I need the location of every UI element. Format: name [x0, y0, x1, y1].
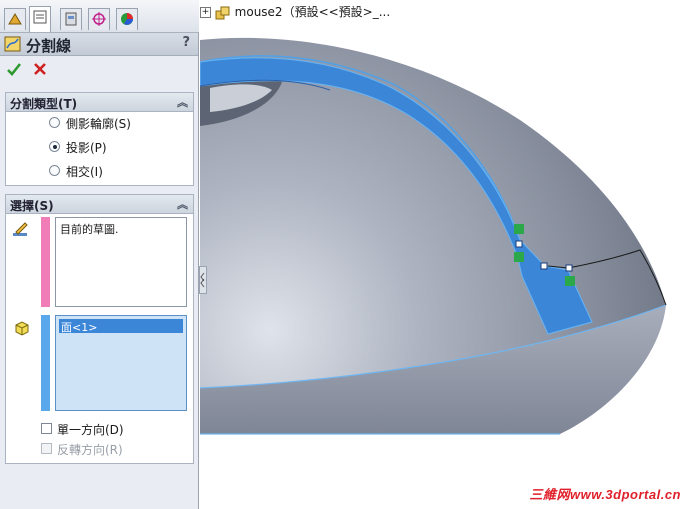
selections-header[interactable]: 選擇(S) ︽	[6, 195, 193, 214]
selections-section: 選擇(S) ︽ 目前的草圖. 面<1> 單一方向(D) 反轉方向(R)	[5, 194, 194, 464]
face-color-bar	[41, 315, 50, 411]
expand-tree-icon[interactable]: +	[200, 7, 211, 18]
assembly-name: mouse2（預設<<預設>_...	[234, 5, 391, 19]
sketch-point-handle[interactable]	[515, 240, 523, 248]
split-line-icon	[4, 36, 21, 52]
list-item[interactable]: 面<1>	[59, 319, 183, 334]
feature-manager-icon	[8, 13, 22, 25]
mouse-model-view[interactable]	[200, 0, 687, 509]
splitter-grip-icon	[200, 272, 205, 288]
graphics-viewport[interactable]	[200, 0, 687, 509]
panel-splitter-handle[interactable]	[199, 266, 207, 294]
sketch-pencil-icon	[13, 222, 28, 236]
sketch-color-bar	[41, 217, 50, 307]
property-manager-header: 分割線 ?	[0, 33, 198, 56]
property-manager-panel: 分割線 ? 分割類型(T) ︽ 側影輪廓(S) 投影(P) 相交(I) 選擇(S…	[0, 0, 199, 509]
page-title: 分割線	[26, 37, 72, 55]
feature-tree-root[interactable]: + mouse2（預設<<預設>_...	[200, 3, 390, 21]
cancel-x-icon[interactable]	[32, 61, 48, 77]
sketch-selection-box[interactable]: 目前的草圖.	[55, 217, 187, 307]
help-button[interactable]: ?	[182, 35, 190, 50]
configuration-manager-icon	[65, 12, 77, 26]
face-cube-icon	[15, 321, 29, 336]
sketch-point-handle[interactable]	[565, 264, 573, 272]
property-manager-icon	[33, 10, 47, 24]
tab-configuration-manager[interactable]	[60, 8, 82, 30]
collapse-chevron-icon[interactable]: ︽	[177, 94, 188, 110]
split-type-header[interactable]: 分割類型(T) ︽	[6, 93, 193, 112]
display-manager-icon	[121, 13, 133, 25]
dimxpert-icon	[92, 12, 106, 26]
manager-tabs	[0, 0, 199, 33]
faces-selection-box[interactable]: 面<1>	[55, 315, 187, 411]
collapse-chevron-icon[interactable]: ︽	[177, 196, 188, 212]
ok-cancel-bar	[0, 57, 198, 83]
tab-dimxpert-manager[interactable]	[88, 8, 110, 30]
tab-property-manager[interactable]	[29, 6, 51, 32]
assembly-icon	[215, 6, 230, 19]
tab-feature-manager[interactable]	[4, 8, 26, 30]
split-type-section: 分割類型(T) ︽ 側影輪廓(S) 投影(P) 相交(I)	[5, 92, 194, 186]
watermark-text: 三維网www.3dportal.cn	[529, 487, 681, 502]
tab-display-manager[interactable]	[116, 8, 138, 30]
ok-check-icon[interactable]	[6, 61, 22, 77]
sketch-point-handle[interactable]	[540, 262, 548, 270]
